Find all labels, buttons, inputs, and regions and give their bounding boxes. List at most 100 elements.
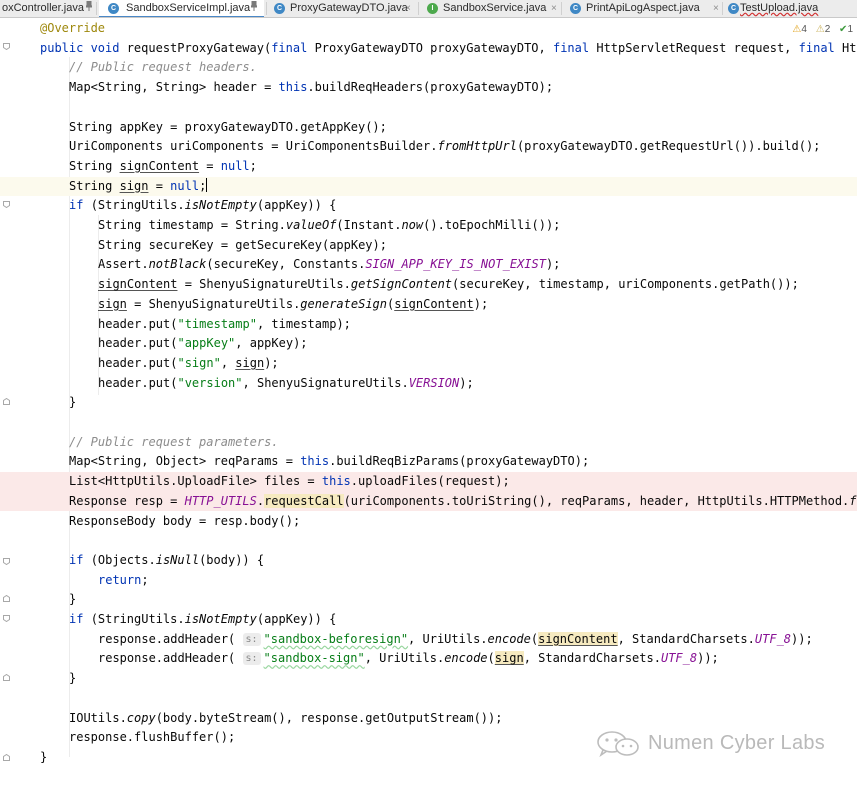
inspection-widget[interactable]: ⚠4 ⚠2 ✔1 [792, 24, 853, 35]
constant: VERSION [408, 375, 460, 390]
code-line[interactable]: IOUtils.copy(body.byteStream(), response… [0, 709, 857, 729]
code-text: UriComponents uriComponents = UriCompone… [69, 139, 438, 154]
tab-label: ProxyGatewayDTO.java [290, 2, 408, 14]
code-line[interactable]: String secureKey = getSecureKey(appKey); [0, 236, 857, 256]
code-text: (appKey)) { [256, 198, 337, 213]
code-text: String secureKey = getSecureKey(appKey); [98, 237, 387, 252]
close-icon[interactable]: × [551, 0, 557, 17]
code-line[interactable]: String signContent = null; [0, 157, 857, 177]
code-text: .buildReqHeaders(proxyGatewayDTO); [307, 80, 554, 95]
keyword: null [170, 178, 200, 193]
string-literal: "version" [177, 375, 243, 390]
code-text: ); [264, 355, 279, 370]
close-icon[interactable]: × [713, 0, 719, 17]
code-text: ); [459, 375, 474, 390]
code-text: ; [199, 178, 207, 193]
class-icon: C [728, 3, 739, 14]
code-line[interactable]: return; [0, 571, 857, 591]
code-line[interactable]: Assert.notBlack(secureKey, Constants.SIG… [0, 255, 857, 275]
code-text: header.put( [98, 355, 178, 370]
code-line[interactable]: if (Objects.isNull(body)) { [0, 551, 857, 571]
code-line[interactable]: response.addHeader( s: "sandbox-sign", Ur… [0, 649, 857, 669]
tab-sandbox-service-impl[interactable]: C SandboxServiceImpl.java [99, 0, 264, 17]
code-text: (body.byteStream(), response.getOutputSt… [155, 710, 503, 725]
code-line[interactable]: signContent = ShenyuSignatureUtils.getSi… [0, 275, 857, 295]
code-line-error[interactable]: Response resp = HTTP_UTILS.requestCall(u… [0, 491, 857, 512]
string-literal: "appKey" [177, 336, 236, 351]
code-line[interactable]: if (StringUtils.isNotEmpty(appKey)) { [0, 196, 857, 216]
highlighted-method: requestCall [264, 493, 344, 508]
code-text: response.addHeader( [98, 631, 243, 646]
code-line[interactable]: response.addHeader( s: "sandbox-beforesig… [0, 630, 857, 650]
static-method: fromHttpUrl [437, 139, 517, 154]
wechat-icon [597, 731, 639, 757]
code-line[interactable]: header.put("appKey", appKey); [0, 334, 857, 354]
comment: // Public request parameters. [69, 434, 279, 449]
code-text: , timestamp); [256, 316, 351, 331]
tab-test-upload[interactable]: C TestUpload.java [724, 0, 857, 17]
code-line[interactable]: Map<String, Object> reqParams = this.bui… [0, 452, 857, 472]
keyword: if [69, 198, 91, 213]
code-line-current[interactable]: String sign = null; [0, 176, 857, 197]
code-line[interactable]: header.put("version", ShenyuSignatureUti… [0, 374, 857, 394]
static-method: getSignContent [350, 277, 453, 292]
constant: SIGN_APP_KEY_IS_NOT_EXIST [365, 257, 546, 272]
code-line[interactable]: sign = ShenyuSignatureUtils.generateSign… [0, 295, 857, 315]
code-line[interactable]: // Public request headers. [0, 58, 857, 78]
warning-count: 4 [801, 24, 807, 35]
code-line[interactable]: UriComponents uriComponents = UriCompone… [0, 137, 857, 157]
code-line[interactable]: String appKey = proxyGatewayDTO.getAppKe… [0, 118, 857, 138]
code-text: = [148, 178, 171, 193]
keyword: final [271, 40, 315, 55]
code-line[interactable]: String timestamp = String.valueOf(Instan… [0, 216, 857, 236]
tab-box-controller[interactable]: oxController.java [0, 0, 93, 17]
constant: UTF_8 [660, 651, 698, 666]
static-method: generateSign [300, 296, 387, 311]
code-line[interactable]: } [0, 669, 857, 689]
highlighted-variable: signContent [538, 631, 618, 646]
keyword: final [798, 40, 842, 55]
code-text: ; [141, 572, 149, 587]
code-text: Htt [842, 40, 857, 55]
pin-icon[interactable] [85, 0, 93, 17]
weak-warning-count: 2 [824, 24, 831, 35]
constant: UTF_8 [754, 631, 792, 646]
code-line[interactable]: // Public request parameters. [0, 433, 857, 453]
code-line[interactable]: if (StringUtils.isNotEmpty(appKey)) { [0, 610, 857, 630]
code-line[interactable]: ResponseBody body = resp.body(); [0, 512, 857, 532]
close-icon[interactable]: × [405, 0, 411, 17]
code-editor[interactable]: @Override public void requestProxyGatewa… [0, 18, 857, 781]
code-text: (body)) { [199, 552, 265, 567]
code-text: )); [697, 651, 719, 666]
code-text: IOUtils. [69, 710, 127, 725]
tab-label: SandboxServiceImpl.java [126, 2, 251, 14]
code-line[interactable]: @Override [0, 19, 857, 39]
code-line[interactable]: public void requestProxyGateway(final Pr… [0, 39, 857, 59]
tab-proxy-gateway-dto[interactable]: C ProxyGatewayDTO.java × [268, 0, 414, 17]
tab-label: PrintApiLogAspect.java [586, 2, 700, 14]
highlighted-variable: sign [494, 651, 524, 666]
string-literal: "sandbox-sign" [263, 651, 365, 666]
code-text: (StringUtils. [90, 198, 185, 213]
code-text: (secureKey, Constants. [206, 257, 366, 272]
pin-icon[interactable] [250, 0, 258, 17]
code-line[interactable]: } [0, 393, 857, 413]
code-line[interactable]: Map<String, String> header = this.buildR… [0, 78, 857, 98]
tab-print-api-log-aspect[interactable]: C PrintApiLogAspect.java × [563, 0, 721, 17]
code-text: Assert. [98, 257, 149, 272]
tab-label: SandboxService.java [443, 2, 547, 14]
tab-sandbox-service[interactable]: I SandboxService.java × [420, 0, 557, 17]
code-text: Map<String, String> header = [69, 80, 279, 95]
code-text: ProxyGatewayDTO proxyGatewayDTO, [314, 40, 553, 55]
ok-count: 1 [847, 24, 853, 35]
code-line[interactable]: header.put("sign", sign); [0, 354, 857, 374]
annotation: @Override [40, 21, 106, 35]
code-text: (appKey)) { [256, 612, 337, 626]
string-literal: "sign" [177, 355, 221, 370]
code-line[interactable]: } [0, 590, 857, 610]
code-text: String [69, 178, 120, 193]
static-method: fr [849, 493, 857, 508]
code-line-error[interactable]: List<HttpUtils.UploadFile> files = this.… [0, 472, 857, 492]
code-text: .buildReqBizParams(proxyGatewayDTO); [329, 454, 590, 469]
code-line[interactable]: header.put("timestamp", timestamp); [0, 315, 857, 335]
